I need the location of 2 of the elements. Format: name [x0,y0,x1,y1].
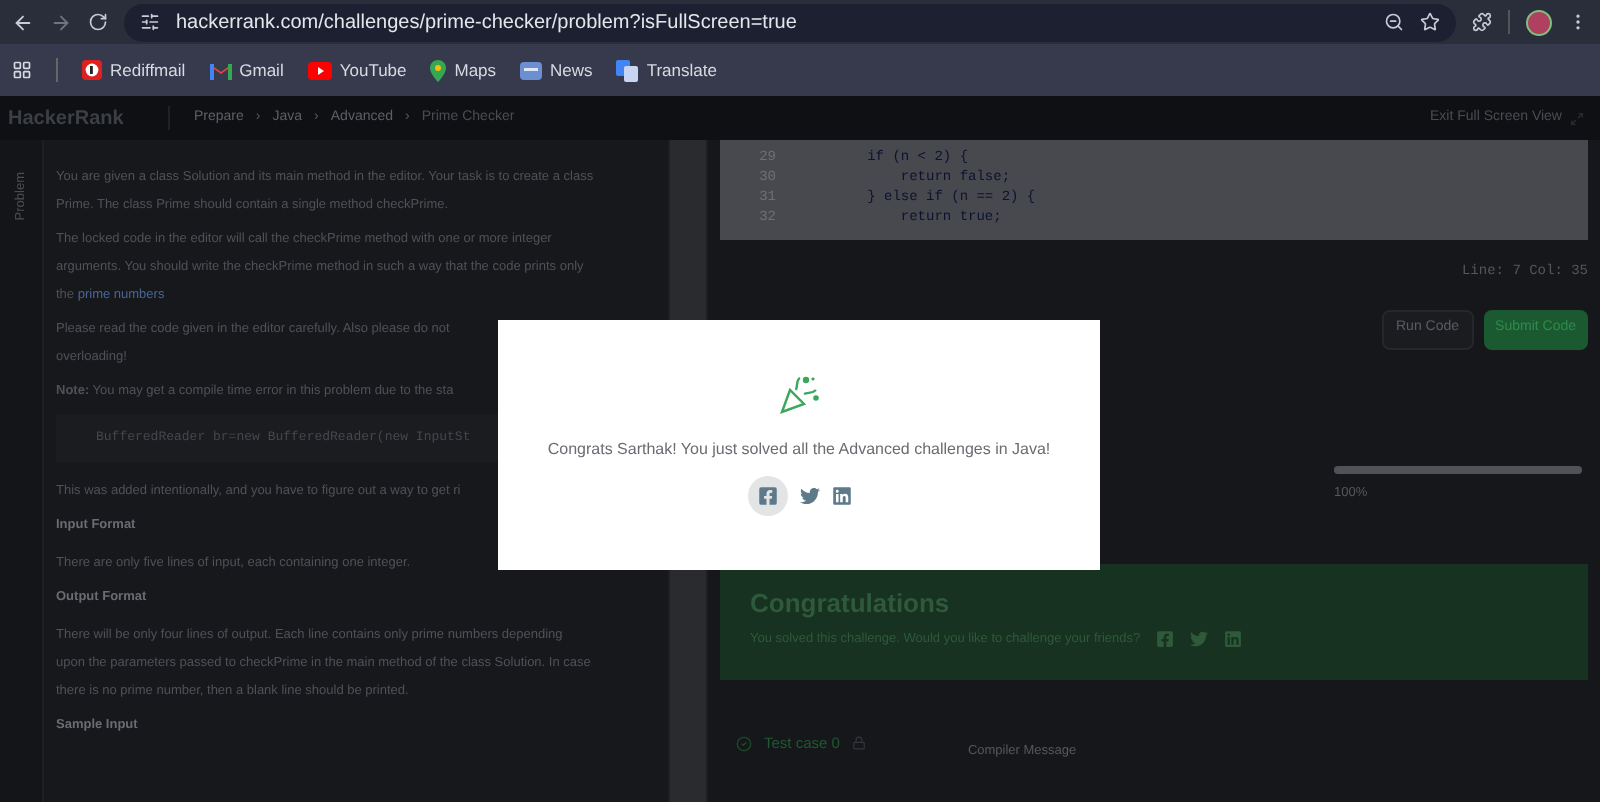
url-text: hackerrank.com/challenges/prime-checker/problem?isFullScreen=true [176,9,799,37]
congrats-message: Congrats Sarthak! You just solved all the Advanced challenges in Java! [547,438,1051,462]
